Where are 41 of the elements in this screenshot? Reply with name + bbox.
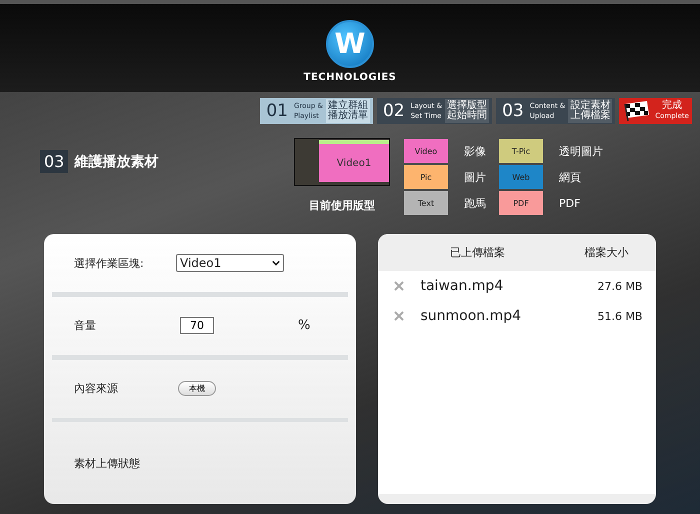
legend-swatch: Text <box>404 191 448 215</box>
legend-label: 網頁 <box>559 170 581 184</box>
column-header: 已上傳檔案 <box>448 245 506 260</box>
legend-swatch: Pic <box>404 165 448 189</box>
file-size: 51.6 MB <box>596 310 642 322</box>
brand-name: TECHNOLOGIES <box>304 72 396 82</box>
legend-label: 透明圖片 <box>559 144 603 158</box>
legend-swatch: PDF <box>499 191 543 215</box>
setting-label: 素材上傳狀態 <box>74 456 141 471</box>
setting-label: 選擇作業區塊: <box>74 256 145 271</box>
section-title: 維護播放素材 <box>74 152 158 170</box>
setting-label: 內容來源 <box>74 381 119 396</box>
legend-swatch: Web <box>499 165 543 189</box>
file-size: 27.6 MB <box>596 280 642 292</box>
file-name: taiwan.mp4 <box>420 278 504 294</box>
step-number: 03 <box>501 101 525 121</box>
layout-region: Video1 <box>319 144 389 182</box>
delete-icon[interactable] <box>394 281 404 291</box>
step-label: 設定素材 上傳檔案 <box>568 99 612 123</box>
legend-swatch: T-Pic <box>499 139 543 163</box>
section-number: 03 <box>40 150 68 173</box>
layout-caption: 目前使用版型 <box>309 198 375 213</box>
step-number: 01 <box>265 101 289 121</box>
file-name: sunmoon.mp4 <box>420 308 522 324</box>
chevron-down-icon <box>272 260 280 266</box>
legend-label: 圖片 <box>464 170 486 184</box>
block-select[interactable]: Video1 <box>176 254 284 272</box>
delete-icon[interactable] <box>394 311 404 321</box>
legend-label: 影像 <box>464 144 486 158</box>
legend-label: 跑馬 <box>464 196 486 210</box>
legend-label: PDF <box>559 196 580 210</box>
local-source-button[interactable]: 本機 <box>178 381 216 396</box>
step-number: 02 <box>382 101 406 121</box>
legend-swatch: Video <box>404 139 448 163</box>
setting-label: 音量 <box>74 318 97 334</box>
column-header: 檔案大小 <box>583 245 630 260</box>
logo-badge: W <box>326 20 374 68</box>
step-label: 建立群組 播放清單 <box>326 99 370 123</box>
unit-label: % <box>298 318 310 334</box>
volume-input[interactable]: 70 <box>180 317 214 334</box>
step-label: 選擇版型 起始時間 <box>445 99 490 123</box>
